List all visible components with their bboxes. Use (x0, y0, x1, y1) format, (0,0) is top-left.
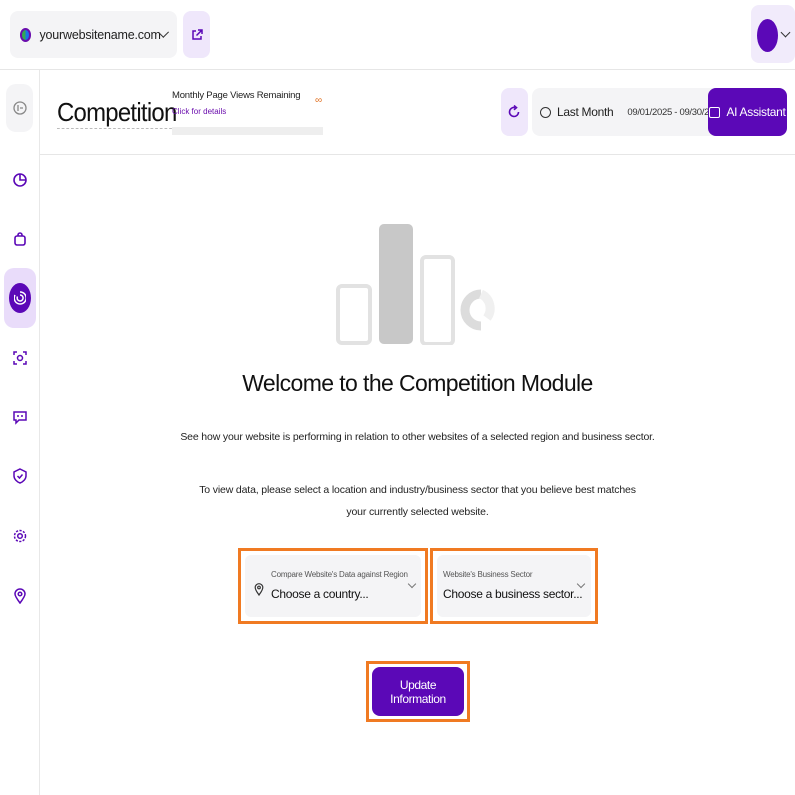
sector-select-value: Choose a business sector... (443, 587, 583, 601)
welcome-heading: Welcome to the Competition Module (242, 370, 593, 396)
refresh-icon (508, 105, 520, 118)
sector-select-highlight: Website's Business Sector Choose a busin… (430, 548, 598, 624)
location-pin-icon (254, 583, 264, 596)
shopping-bag-icon (13, 232, 26, 246)
ai-assistant-button[interactable]: AI Assistant (708, 88, 787, 136)
clock-icon (540, 106, 551, 118)
ai-chat-icon (709, 106, 721, 118)
top-bar: yourwebsitename.com (0, 0, 795, 70)
date-preset: Last Month (557, 105, 614, 119)
page-views-details-link[interactable]: Click for details (172, 107, 226, 116)
module-description: See how your website is performing in re… (180, 431, 655, 443)
page-title: Competition (57, 97, 177, 129)
refresh-button[interactable] (501, 88, 528, 136)
region-select-value: Choose a country... (271, 587, 369, 601)
sidebar-item-settings[interactable] (6, 512, 33, 560)
sidebar-item-dashboard[interactable] (6, 156, 33, 204)
page-header: Competition Monthly Page Views Remaining… (40, 70, 795, 155)
globe-icon (20, 27, 32, 42)
sidebar-item-focus[interactable] (6, 334, 33, 382)
sidebar-item-ecommerce[interactable] (6, 215, 33, 263)
page-views-label: Monthly Page Views Remaining (172, 90, 301, 101)
sidebar (0, 70, 40, 795)
shield-icon (12, 468, 27, 484)
chat-icon (12, 411, 27, 425)
region-select[interactable]: Compare Website's Data against Region Ch… (245, 555, 421, 617)
region-select-highlight: Compare Website's Data against Region Ch… (238, 548, 428, 624)
avatar[interactable] (757, 19, 778, 52)
sidebar-item-location[interactable] (6, 572, 33, 620)
region-select-caption: Compare Website's Data against Region (271, 570, 408, 579)
website-selector[interactable]: yourwebsitename.com (10, 11, 177, 58)
pie-chart-icon (12, 173, 27, 187)
gear-icon (13, 529, 26, 543)
sector-select-caption: Website's Business Sector (443, 570, 533, 579)
update-information-button[interactable]: Update Information (372, 667, 464, 716)
location-icon (13, 588, 26, 604)
business-sector-select[interactable]: Website's Business Sector Choose a busin… (437, 555, 591, 617)
update-button-highlight: Update Information (366, 661, 470, 722)
competition-icon (9, 283, 31, 313)
sidebar-item-feedback[interactable] (6, 393, 33, 441)
sidebar-item-security[interactable] (6, 452, 33, 500)
open-website-button[interactable] (183, 11, 210, 58)
external-link-icon (191, 28, 203, 40)
chevron-down-icon (407, 579, 417, 589)
competition-illustration (336, 224, 495, 345)
module-instruction: To view data, please select a location a… (199, 484, 636, 518)
page-views-value: ∞ (315, 95, 323, 106)
sidebar-collapse-button[interactable] (6, 84, 33, 132)
ai-assistant-label: AI Assistant (726, 105, 786, 119)
website-name: yourwebsitename.com (39, 27, 161, 42)
collapse-icon (12, 101, 27, 115)
sidebar-item-competition[interactable] (4, 268, 36, 328)
focus-icon (12, 351, 27, 365)
page-views-progress-bar (172, 127, 323, 135)
